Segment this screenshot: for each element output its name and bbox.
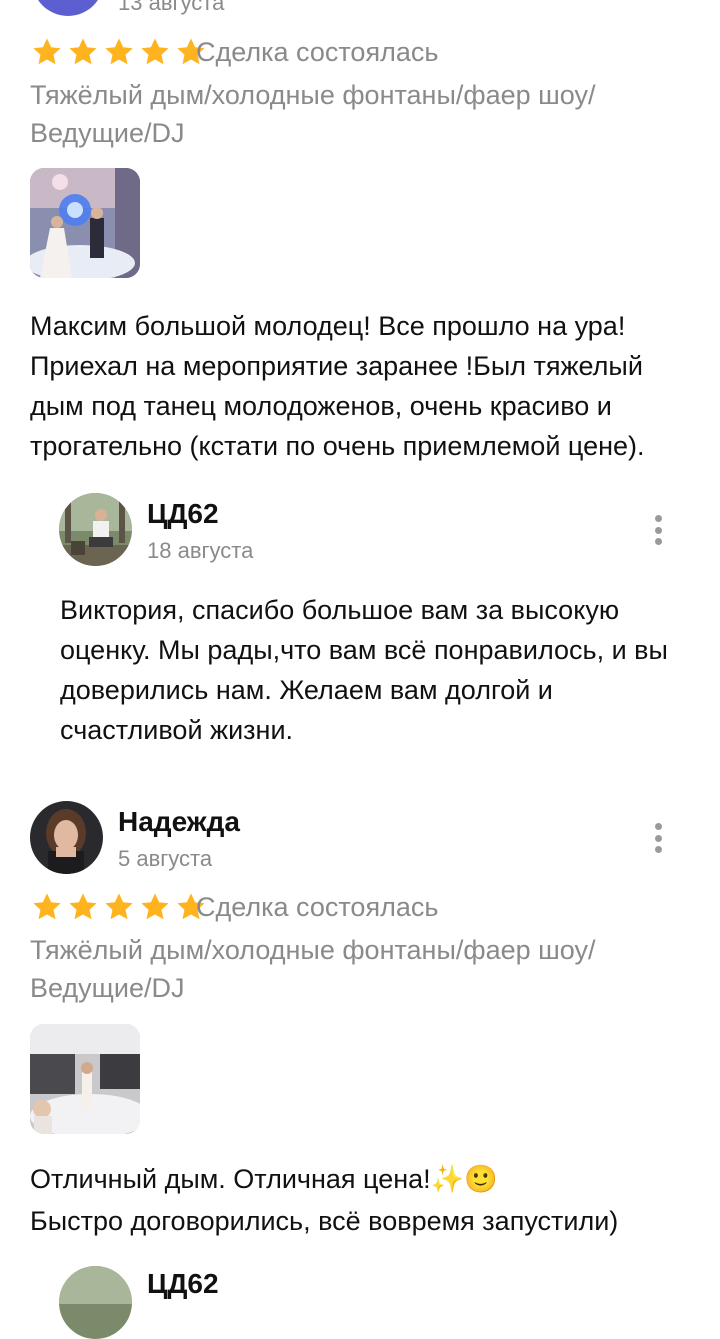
review-text-line-1: Отличный дым. Отличная цена!✨🙂 [30, 1164, 498, 1194]
more-vertical-icon[interactable] [643, 510, 673, 550]
review-date: 13 августа [118, 0, 225, 15]
deal-status: Сделка состоялась [196, 37, 439, 67]
review-photo[interactable] [30, 168, 140, 278]
star-icon [141, 38, 169, 65]
more-vertical-icon[interactable] [643, 818, 673, 858]
review-date: 5 августа [118, 846, 213, 871]
rating-stars [30, 36, 208, 68]
seller-avatar[interactable] [59, 1266, 132, 1339]
seller-name[interactable]: ЦД62 [147, 498, 219, 530]
reply-text: Виктория, спасибо большое вам за высокую… [60, 595, 668, 745]
seller-name[interactable]: ЦД62 [147, 1268, 219, 1300]
service-category: Тяжёлый дым/холодные фонтаны/фаер шоу/ В… [30, 80, 596, 148]
reply-date: 18 августа [147, 538, 254, 563]
review-text-line-2: Быстро договорились, всё вовремя запусти… [30, 1206, 619, 1236]
review-text: Максим большой молодец! Все прошло на ур… [30, 311, 645, 461]
reviewer-avatar[interactable] [32, 0, 104, 16]
star-icon [105, 893, 133, 920]
star-icon [69, 893, 97, 920]
star-icon [33, 893, 61, 920]
star-icon [105, 38, 133, 65]
star-icon [141, 893, 169, 920]
review-photo[interactable] [30, 1024, 140, 1134]
rating-stars [30, 891, 208, 923]
star-icon [33, 38, 61, 65]
seller-avatar[interactable] [59, 493, 132, 566]
star-icon [69, 38, 97, 65]
reviewer-name[interactable]: Надежда [118, 806, 240, 838]
deal-status: Сделка состоялась [196, 892, 439, 922]
reviewer-avatar[interactable] [30, 801, 103, 874]
service-category: Тяжёлый дым/холодные фонтаны/фаер шоу/ В… [30, 935, 596, 1003]
